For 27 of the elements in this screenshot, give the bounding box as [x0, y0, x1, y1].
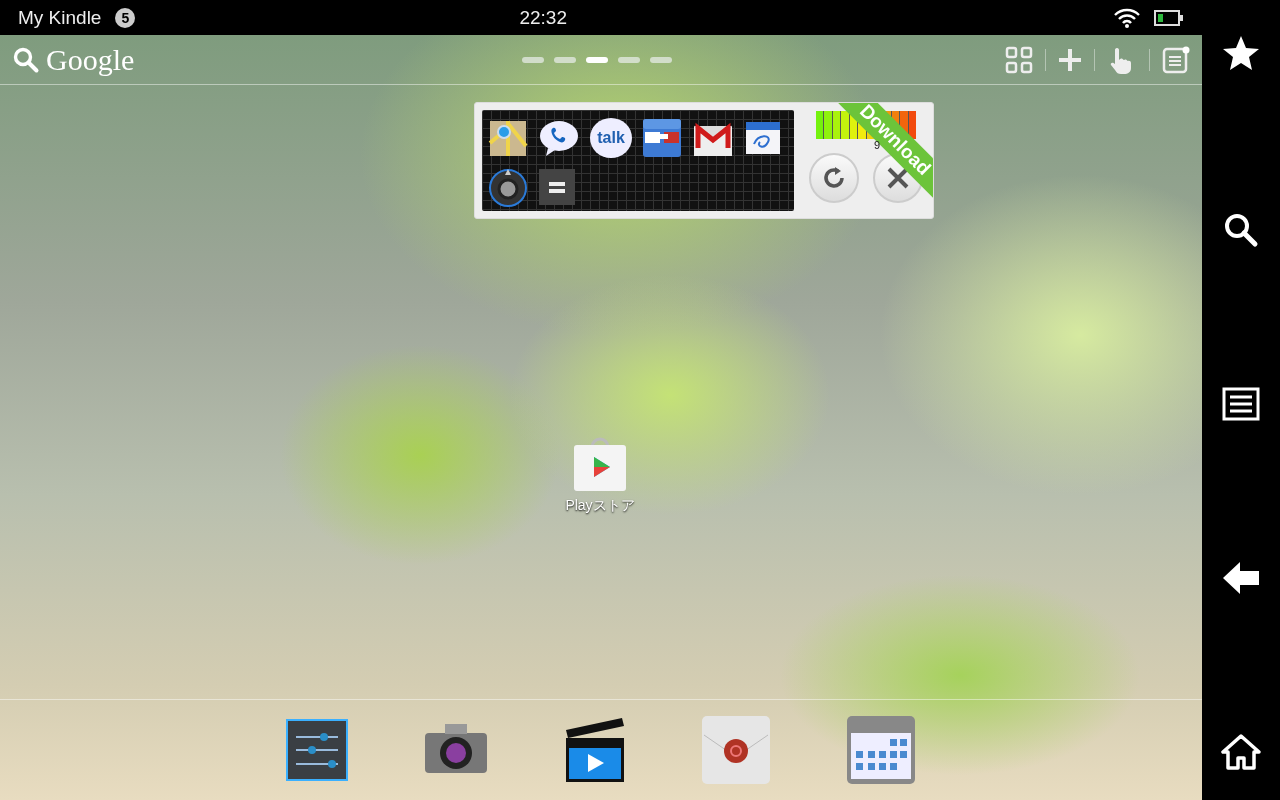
- wifi-icon: [1114, 7, 1140, 28]
- search-label: Google: [46, 42, 135, 77]
- map-icon[interactable]: [488, 118, 528, 158]
- back-arrow-icon[interactable]: [1222, 560, 1260, 595]
- grid-icon[interactable]: [1005, 45, 1033, 74]
- compass-dial-icon[interactable]: [488, 168, 528, 208]
- notification-count[interactable]: 5: [115, 7, 136, 28]
- device-title: My Kindle: [18, 6, 102, 29]
- clock-time: 22:32: [519, 6, 567, 29]
- sliders-icon[interactable]: [286, 719, 348, 781]
- star-icon[interactable]: [1222, 34, 1260, 72]
- google-search-bar[interactable]: Google: [12, 42, 135, 77]
- refresh-button[interactable]: [809, 153, 859, 203]
- home-icon[interactable]: [1221, 734, 1261, 770]
- equals-icon[interactable]: [538, 168, 576, 206]
- video-clapper-icon[interactable]: [564, 716, 626, 784]
- talk-bubble-icon[interactable]: talk: [590, 118, 632, 158]
- notes-icon[interactable]: [1162, 45, 1190, 74]
- phone-bubble-icon[interactable]: [538, 118, 580, 158]
- search-icon: [12, 45, 40, 74]
- add-icon[interactable]: [1058, 47, 1082, 72]
- search-icon[interactable]: [1223, 211, 1259, 248]
- battery-icon: [1154, 9, 1184, 26]
- menu-icon[interactable]: [1222, 387, 1260, 421]
- goggles-icon[interactable]: [642, 118, 682, 158]
- refresh-icon: [821, 165, 847, 191]
- envelope-seal-icon[interactable]: [701, 715, 771, 785]
